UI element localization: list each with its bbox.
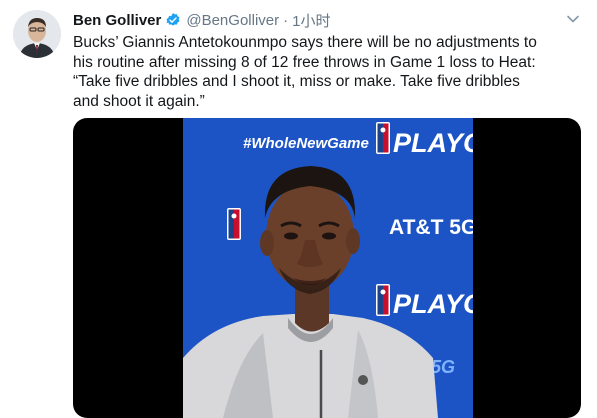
tweet-text-line: his routine after missing 8 of 12 free t…: [73, 53, 536, 71]
author-name[interactable]: Ben Golliver: [73, 12, 161, 29]
tweet-text-line: Bucks’ Giannis Antetokounmpo says there …: [73, 34, 537, 51]
avatar-image: [13, 10, 61, 58]
tweet-text: Bucks’ Giannis Antetokounmpo says there …: [73, 33, 583, 111]
chevron-down-icon[interactable]: [565, 11, 581, 27]
tweet: Ben Golliver @BenGolliver · 1小时 Bucks’ G…: [0, 0, 597, 418]
separator-dot: ·: [283, 11, 289, 29]
tweet-text-line: and shoot it again.”: [73, 92, 205, 110]
backdrop-playoffs-top: PLAYOFFS: [393, 128, 473, 158]
backdrop-hashtag: #WholeNewGame: [243, 135, 369, 152]
avatar[interactable]: [13, 10, 61, 58]
tweet-header: Ben Golliver @BenGolliver · 1小时: [73, 10, 330, 30]
author-handle[interactable]: @BenGolliver: [186, 12, 279, 29]
nba-logo-icon: [376, 284, 390, 316]
backdrop-5g: 5G: [431, 357, 455, 377]
video-frame[interactable]: #WholeNewGame PLAYOFFS AT&T 5G: [183, 118, 473, 418]
video-still: #WholeNewGame PLAYOFFS AT&T 5G: [183, 118, 473, 418]
backdrop-playoffs-mid: PLAYOFFS: [393, 289, 473, 319]
verified-badge-icon: [166, 13, 180, 26]
tweet-time[interactable]: 1小时: [292, 10, 330, 31]
backdrop-sponsor: AT&T 5G: [389, 216, 473, 239]
nba-logo-icon: [227, 208, 241, 240]
video-player[interactable]: #WholeNewGame PLAYOFFS AT&T 5G: [73, 118, 581, 418]
nba-logo-icon: [376, 122, 390, 154]
tweet-text-line: “Take five dribbles and I shoot it, miss…: [73, 73, 520, 90]
